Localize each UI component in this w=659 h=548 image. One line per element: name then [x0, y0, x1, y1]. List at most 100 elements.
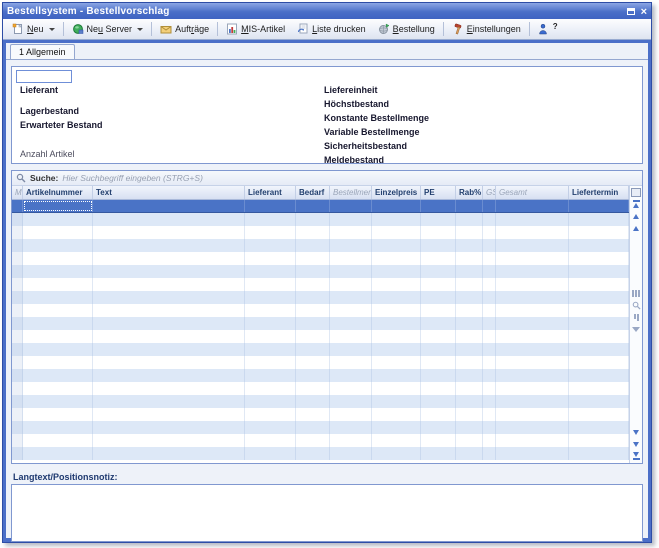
- table-row[interactable]: [12, 395, 629, 408]
- cell-bedarf[interactable]: [296, 239, 330, 252]
- cell-liefertermin[interactable]: [569, 226, 629, 239]
- cell-text[interactable]: [93, 330, 245, 343]
- resize-columns-button[interactable]: [631, 288, 642, 298]
- cell-rab-[interactable]: [456, 395, 483, 408]
- cell-artikelnummer[interactable]: [23, 447, 93, 460]
- column-header-liefertermin[interactable]: Liefertermin: [569, 186, 629, 199]
- filter-button[interactable]: [631, 324, 642, 334]
- column-header-rab-[interactable]: Rab%: [456, 186, 483, 199]
- cell-einzelpreis[interactable]: [372, 434, 421, 447]
- cell-bestellmenge[interactable]: [330, 226, 372, 239]
- cell-gesamt[interactable]: [496, 252, 569, 265]
- cell-bedarf[interactable]: [296, 278, 330, 291]
- cell-text[interactable]: [93, 213, 245, 226]
- cell-m[interactable]: [12, 434, 23, 447]
- cell-pe[interactable]: [421, 239, 456, 252]
- cell-einzelpreis[interactable]: [372, 408, 421, 421]
- column-header-bedarf[interactable]: Bedarf: [296, 186, 330, 199]
- column-header-gs[interactable]: GS: [483, 186, 496, 199]
- cell-gs[interactable]: [483, 330, 496, 343]
- cell-m[interactable]: [12, 265, 23, 278]
- cell-einzelpreis[interactable]: [372, 395, 421, 408]
- close-button[interactable]: ×: [641, 2, 647, 20]
- cell-einzelpreis[interactable]: [372, 317, 421, 330]
- cell-artikelnummer[interactable]: [23, 291, 93, 304]
- cell-bestellmenge[interactable]: [330, 330, 372, 343]
- cell-liefertermin[interactable]: [569, 395, 629, 408]
- cell-liefertermin[interactable]: [569, 291, 629, 304]
- cell-m[interactable]: [12, 356, 23, 369]
- cell-m[interactable]: [12, 343, 23, 356]
- cell-artikelnummer[interactable]: [23, 369, 93, 382]
- cell-liefertermin[interactable]: [569, 421, 629, 434]
- cell-bedarf[interactable]: [296, 382, 330, 395]
- cell-m[interactable]: [12, 408, 23, 421]
- cell-bestellmenge[interactable]: [330, 213, 372, 226]
- cell-einzelpreis[interactable]: [372, 226, 421, 239]
- cell-artikelnummer[interactable]: [23, 382, 93, 395]
- cell-bestellmenge[interactable]: [330, 343, 372, 356]
- tab-allgemein[interactable]: 1 Allgemein: [10, 44, 75, 59]
- cell-pe[interactable]: [421, 408, 456, 421]
- column-header-gesamt[interactable]: Gesamt: [496, 186, 569, 199]
- cell-pe[interactable]: [421, 291, 456, 304]
- cell-bedarf[interactable]: [296, 343, 330, 356]
- cell-pe[interactable]: [421, 447, 456, 460]
- bookmark-button[interactable]: [631, 312, 642, 322]
- cell-gs[interactable]: [483, 213, 496, 226]
- cell-gs[interactable]: [483, 356, 496, 369]
- cell-m[interactable]: [12, 330, 23, 343]
- cell-m[interactable]: [12, 213, 23, 226]
- cell-lieferant[interactable]: [245, 317, 296, 330]
- cell-text[interactable]: [93, 317, 245, 330]
- cell-text[interactable]: [93, 369, 245, 382]
- cell-bestellmenge[interactable]: [330, 369, 372, 382]
- cell-rab-[interactable]: [456, 369, 483, 382]
- cell-bedarf[interactable]: [296, 447, 330, 460]
- cell-gs[interactable]: [483, 447, 496, 460]
- cell-bedarf[interactable]: [296, 226, 330, 239]
- cell-rab-[interactable]: [456, 356, 483, 369]
- cell-bedarf[interactable]: [296, 317, 330, 330]
- cell-gesamt[interactable]: [496, 200, 569, 212]
- cell-m[interactable]: [12, 226, 23, 239]
- scroll-down-button[interactable]: [631, 427, 642, 437]
- cell-text[interactable]: [93, 291, 245, 304]
- table-row[interactable]: [12, 408, 629, 421]
- cell-pe[interactable]: [421, 356, 456, 369]
- toolbar-button-neu-server[interactable]: Neu Server: [66, 20, 150, 38]
- cell-text[interactable]: [93, 356, 245, 369]
- cell-pe[interactable]: [421, 317, 456, 330]
- cell-gesamt[interactable]: [496, 265, 569, 278]
- table-row[interactable]: [12, 239, 629, 252]
- cell-liefertermin[interactable]: [569, 369, 629, 382]
- cell-einzelpreis[interactable]: [372, 252, 421, 265]
- cell-m[interactable]: [12, 304, 23, 317]
- cell-rab-[interactable]: [456, 317, 483, 330]
- cell-rab-[interactable]: [456, 421, 483, 434]
- table-row[interactable]: [12, 304, 629, 317]
- lieferant-input[interactable]: [16, 70, 72, 83]
- cell-gesamt[interactable]: [496, 434, 569, 447]
- cell-bestellmenge[interactable]: [330, 252, 372, 265]
- column-header-lieferant[interactable]: Lieferant: [245, 186, 296, 199]
- cell-m[interactable]: [12, 421, 23, 434]
- cell-liefertermin[interactable]: [569, 382, 629, 395]
- toolbar-button-neu[interactable]: Neu: [6, 20, 61, 38]
- cell-text[interactable]: [93, 421, 245, 434]
- cell-m[interactable]: [12, 369, 23, 382]
- cell-artikelnummer[interactable]: [23, 356, 93, 369]
- cell-text[interactable]: [93, 343, 245, 356]
- cell-liefertermin[interactable]: [569, 317, 629, 330]
- cell-liefertermin[interactable]: [569, 343, 629, 356]
- cell-gesamt[interactable]: [496, 226, 569, 239]
- cell-liefertermin[interactable]: [569, 200, 629, 212]
- cell-pe[interactable]: [421, 330, 456, 343]
- cell-bedarf[interactable]: [296, 408, 330, 421]
- cell-gs[interactable]: [483, 265, 496, 278]
- cell-gesamt[interactable]: [496, 278, 569, 291]
- cell-rab-[interactable]: [456, 265, 483, 278]
- cell-gesamt[interactable]: [496, 447, 569, 460]
- cell-m[interactable]: [12, 447, 23, 460]
- cell-bestellmenge[interactable]: [330, 317, 372, 330]
